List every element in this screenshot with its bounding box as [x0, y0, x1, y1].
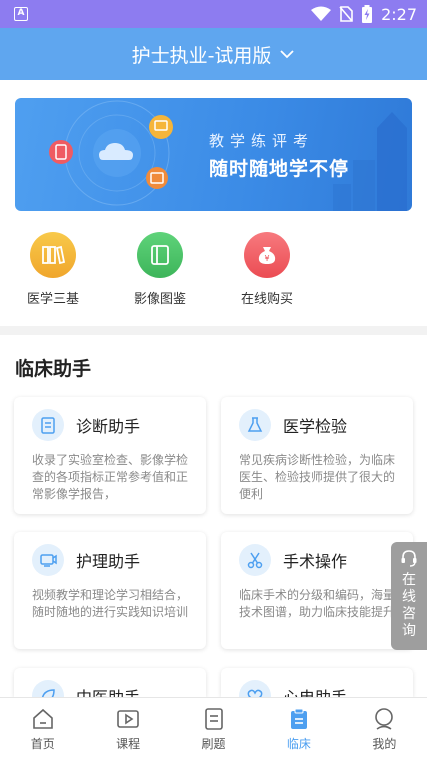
card-medical-lab[interactable]: 医学检验 常见疾病诊断性检验，为临床医生、检验技师提供了很大的便利: [221, 397, 413, 514]
card-ecg-assistant[interactable]: 心电助手: [221, 668, 413, 697]
flask-icon: [239, 409, 271, 441]
clipboard-icon: [32, 409, 64, 441]
status-bar: A 2:27: [0, 0, 427, 28]
page-title: 护士执业-试用版: [131, 44, 272, 67]
tab-label: 刷题: [201, 737, 226, 751]
card-title: 中医助手: [76, 684, 140, 697]
tab-practice[interactable]: 刷题: [171, 698, 256, 760]
user-icon: [375, 708, 394, 730]
card-description: 常见疾病诊断性检验，为临床医生、检验技师提供了很大的便利: [239, 453, 396, 501]
notification-app-icon: A: [14, 7, 28, 21]
card-diagnosis-assistant[interactable]: 诊断助手 收录了实验室检查、影像学检查的各项指标正常参考值和正常影像学报告，: [14, 397, 206, 514]
document-icon: [204, 708, 223, 730]
card-tcm-assistant[interactable]: 中医助手: [14, 668, 206, 697]
video-icon: [32, 544, 64, 576]
section-divider: [0, 326, 427, 335]
card-title: 手术操作: [283, 552, 348, 571]
tab-label: 首页: [30, 737, 55, 751]
banner-headline: 随时随地学不停: [209, 158, 350, 180]
home-icon: [32, 708, 53, 729]
quick-link-medical-basics[interactable]: 医学三基: [13, 232, 93, 307]
quick-link-imaging-atlas[interactable]: 影像图鉴: [120, 232, 200, 307]
tab-courses[interactable]: 课程: [85, 698, 170, 760]
card-title: 诊断助手: [76, 417, 141, 436]
scissors-icon: [239, 544, 271, 576]
quick-link-buy-online[interactable]: ¥ 在线购买: [227, 232, 307, 307]
card-title: 心电助手: [283, 684, 347, 697]
card-title: 护理助手: [76, 552, 141, 571]
quick-links: 医学三基 影像图鉴 ¥ 在线购买: [0, 232, 427, 314]
card-surgical-operation[interactable]: 手术操作 临床手术的分级和编码，海量技术图谱，助力临床技能提升: [221, 532, 413, 649]
play-icon: [117, 710, 139, 728]
consult-label: 在线咨询: [402, 572, 416, 639]
clock: 2:27: [381, 4, 417, 24]
quick-link-label: 医学三基: [26, 292, 79, 307]
headset-icon: [401, 550, 417, 567]
battery-icon: [362, 5, 373, 23]
card-description: 视频教学和理论学习相结合，随时随地的进行实践知识培训: [32, 588, 189, 619]
leaf-icon: [32, 680, 64, 697]
wifi-icon: [311, 6, 332, 21]
tab-label: 课程: [116, 737, 141, 751]
money-bag-icon: ¥: [244, 232, 290, 278]
tab-home[interactable]: 首页: [0, 698, 85, 760]
clipboard-icon: [290, 708, 307, 729]
system-tray: 2:27: [311, 4, 417, 24]
chevron-down-icon: [280, 50, 295, 59]
quick-link-label: 在线购买: [240, 292, 293, 307]
exam-selector[interactable]: 护士执业-试用版: [0, 28, 427, 80]
card-description: 临床手术的分级和编码，海量技术图谱，助力临床技能提升: [239, 588, 396, 619]
tab-label: 临床: [286, 737, 311, 751]
tab-me[interactable]: 我的: [342, 698, 427, 760]
card-description: 收录了实验室检查、影像学检查的各项指标正常参考值和正常影像学报告，: [32, 453, 189, 501]
no-sim-icon: [339, 6, 353, 22]
tab-clinical[interactable]: 临床: [256, 698, 341, 760]
bottom-tab-bar: 首页 课程 刷题 临床 我的: [0, 697, 427, 760]
card-nursing-assistant[interactable]: 护理助手 视频教学和理论学习相结合，随时随地的进行实践知识培训: [14, 532, 206, 649]
section-title: 临床助手: [15, 358, 92, 380]
book-icon: [137, 232, 183, 278]
online-consult-button[interactable]: 在线咨询: [391, 542, 427, 650]
card-title: 医学检验: [283, 417, 348, 436]
tab-label: 我的: [372, 737, 397, 751]
books-icon: [30, 232, 76, 278]
quick-link-label: 影像图鉴: [133, 292, 186, 307]
banner-subtitle: 教学练评考: [209, 132, 315, 150]
svg-text:¥: ¥: [264, 254, 269, 263]
heart-icon: [239, 680, 271, 697]
promo-banner[interactable]: 教学练评考 随时随地学不停: [15, 98, 412, 211]
